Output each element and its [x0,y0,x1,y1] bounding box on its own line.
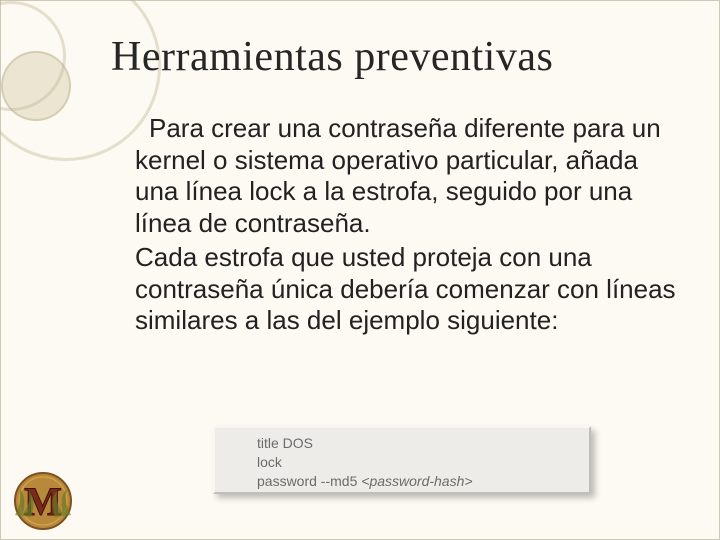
code-example-box: title DOS lock password --md5 <password-… [213,426,591,494]
code-line-2: lock [257,453,589,472]
slide-title: Herramientas preventivas [111,33,553,81]
code-line-3-hash: <password-hash> [361,473,472,489]
code-line-3-prefix: password --md5 [257,473,361,489]
deco-ring-filled [1,51,71,121]
code-line-1: title DOS [257,434,589,453]
body-text: Para crear una contraseña diferente para… [121,113,681,339]
code-line-3: password --md5 <password-hash> [257,472,589,491]
emblem-icon: M [9,465,77,533]
slide: Herramientas preventivas Para crear una … [0,0,720,540]
paragraph-2: Cada estrofa que usted proteja con una c… [121,242,681,337]
paragraph-1: Para crear una contraseña diferente para… [121,113,681,240]
deco-ring-medium [0,1,66,111]
